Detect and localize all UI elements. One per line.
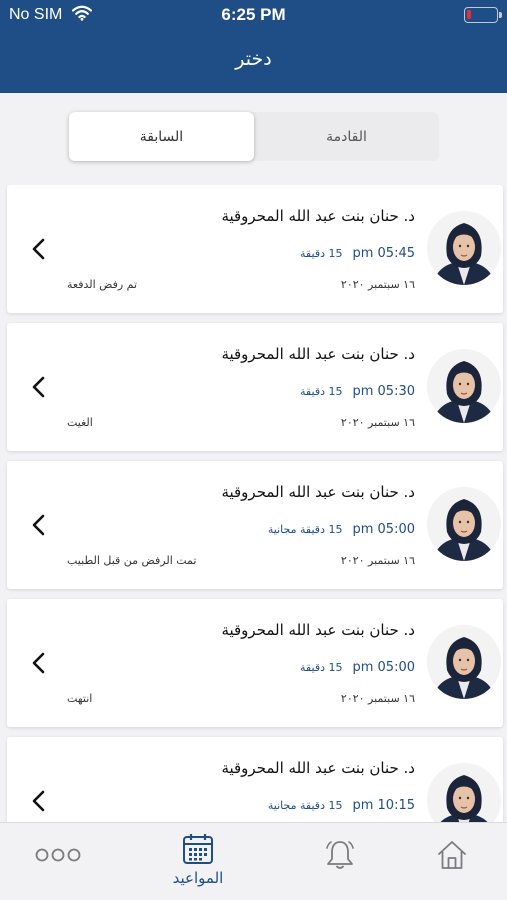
bell-icon	[324, 839, 356, 875]
appointment-time: pm 05:30	[352, 384, 415, 399]
doctor-avatar	[427, 625, 501, 699]
tab-past[interactable]: السابقة	[69, 112, 254, 161]
appointment-duration: 15 دقيقة	[300, 661, 343, 674]
appointment-status: تم رفض الدفعة	[67, 278, 138, 291]
appointments-list: د. حنان بنت عبد الله المحروقية pm 05:45 …	[0, 185, 507, 822]
doctor-name: د. حنان بنت عبد الله المحروقية	[221, 483, 415, 501]
page-title: دختر	[235, 48, 272, 70]
appointment-duration: 15 دقيقة	[300, 247, 343, 260]
appointment-time-row: pm 10:15 15 دقيقة مجانية	[268, 798, 415, 813]
appointment-time: pm 05:00	[352, 522, 415, 537]
appointment-time: pm 05:00	[352, 660, 415, 675]
doctor-name: د. حنان بنت عبد الله المحروقية	[221, 621, 415, 639]
appointment-time-row: pm 05:45 15 دقيقة	[300, 246, 415, 261]
tab-home[interactable]	[402, 823, 502, 900]
tab-more[interactable]	[8, 823, 108, 900]
appointment-duration: 15 دقيقة	[300, 385, 343, 398]
tab-notifications[interactable]	[290, 823, 390, 900]
appointment-time: pm 05:45	[352, 246, 415, 261]
appointment-time-row: pm 05:00 15 دقيقة مجانية	[268, 522, 415, 537]
tab-appointments-label: المواعيد	[172, 869, 224, 887]
appointment-card[interactable]: د. حنان بنت عبد الله المحروقية pm 05:00 …	[7, 599, 503, 727]
battery-icon	[464, 7, 502, 23]
appointment-card[interactable]: د. حنان بنت عبد الله المحروقية pm 05:30 …	[7, 323, 503, 451]
navigation-bar: دختر	[0, 30, 507, 93]
chevron-left-icon[interactable]	[30, 375, 46, 399]
tab-appointments[interactable]: المواعيد	[148, 823, 248, 900]
appointment-card[interactable]: د. حنان بنت عبد الله المحروقية pm 05:00 …	[7, 461, 503, 589]
appointments-segmented-control: السابقة القادمة	[69, 112, 439, 161]
tab-upcoming[interactable]: القادمة	[254, 112, 439, 161]
doctor-name: د. حنان بنت عبد الله المحروقية	[221, 759, 415, 777]
clock: 6:25 PM	[221, 5, 286, 24]
doctor-name: د. حنان بنت عبد الله المحروقية	[221, 345, 415, 363]
appointment-date: ١٦ سبتمبر ٢٠٢٠	[340, 416, 415, 429]
doctor-avatar	[427, 487, 501, 561]
appointment-date: ١٦ سبتمبر ٢٠٢٠	[340, 278, 415, 291]
status-bar: No SIM 6:25 PM	[0, 0, 507, 30]
appointment-time-row: pm 05:30 15 دقيقة	[300, 384, 415, 399]
appointment-card[interactable]: د. حنان بنت عبد الله المحروقية pm 10:15 …	[7, 737, 503, 822]
more-icon	[35, 847, 81, 866]
battery-level	[467, 10, 471, 19]
chevron-left-icon[interactable]	[30, 651, 46, 675]
doctor-name: د. حنان بنت عبد الله المحروقية	[221, 207, 415, 225]
doctor-avatar	[427, 763, 501, 822]
appointment-duration: 15 دقيقة مجانية	[267, 523, 343, 536]
home-icon	[436, 839, 468, 875]
appointment-date: ١٦ سبتمبر ٢٠٢٠	[340, 692, 415, 705]
appointment-status: الغيت	[67, 416, 93, 429]
appointment-status: انتهت	[67, 692, 93, 705]
appointment-time-row: pm 05:00 15 دقيقة	[300, 660, 415, 675]
appointment-status: تمت الرفض من قبل الطبيب	[67, 554, 197, 567]
doctor-avatar	[427, 211, 501, 285]
chevron-left-icon[interactable]	[30, 513, 46, 537]
appointment-card[interactable]: د. حنان بنت عبد الله المحروقية pm 05:45 …	[7, 185, 503, 313]
appointment-duration: 15 دقيقة مجانية	[267, 799, 343, 812]
appointment-date: ١٦ سبتمبر ٢٠٢٠	[340, 554, 415, 567]
chevron-left-icon[interactable]	[30, 237, 46, 261]
doctor-avatar	[427, 349, 501, 423]
chevron-left-icon[interactable]	[30, 789, 46, 813]
appointment-time: pm 10:15	[352, 798, 415, 813]
tab-bar: المواعيد	[0, 822, 507, 900]
calendar-icon	[182, 833, 214, 869]
